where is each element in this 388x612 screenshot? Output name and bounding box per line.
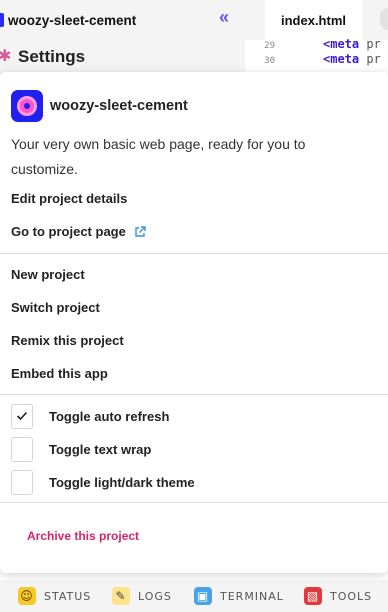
project-options-popover: woozy-sleet-cement Your very own basic w…: [0, 72, 388, 573]
logs-button[interactable]: ✎ LOGS: [112, 580, 172, 612]
theme-checkbox[interactable]: [11, 469, 33, 495]
auto-refresh-checkbox[interactable]: [11, 403, 33, 429]
tab-index-html[interactable]: index.html: [265, 0, 362, 40]
go-to-project-page-label: Go to project page: [11, 224, 126, 239]
logs-label: LOGS: [138, 589, 172, 603]
tab-scroll-indicator: [380, 8, 388, 30]
divider: [0, 253, 388, 254]
line-number: 29: [264, 41, 275, 51]
remix-project-button[interactable]: Remix this project: [11, 331, 124, 351]
code-line: 29 <meta pr: [245, 37, 381, 51]
code-line: 30 <meta pr: [245, 52, 381, 66]
project-name: woozy-sleet-cement: [8, 12, 137, 28]
project-header[interactable]: woozy-sleet-cement: [0, 0, 245, 40]
settings-gear-icon: ✱: [0, 48, 12, 65]
line-number: 30: [264, 56, 275, 66]
terminal-label: TERMINAL: [220, 589, 284, 603]
tools-label: TOOLS: [330, 589, 373, 603]
avatar-dot-icon: [24, 103, 30, 109]
code-tag: <meta: [323, 52, 360, 66]
notepad-icon: ✎: [112, 587, 130, 605]
divider: [0, 502, 388, 503]
status-bar: ☺ STATUS ✎ LOGS ▣ TERMINAL ▧ TOOLS: [0, 580, 388, 612]
code-tag: <meta: [323, 37, 360, 51]
switch-project-button[interactable]: Switch project: [11, 298, 100, 318]
code-attr: pr: [359, 52, 381, 66]
toggle-text-wrap[interactable]: Toggle text wrap: [11, 436, 151, 462]
settings-title: Settings: [18, 47, 86, 66]
project-avatar-icon: [0, 13, 4, 27]
popover-header: woozy-sleet-cement: [11, 90, 188, 122]
checkmark-icon: [16, 411, 28, 421]
project-avatar: [11, 90, 43, 122]
status-button[interactable]: ☺ STATUS: [18, 580, 91, 612]
toggle-theme[interactable]: Toggle light/dark theme: [11, 469, 195, 495]
external-link-icon: [134, 226, 146, 238]
auto-refresh-label: Toggle auto refresh: [49, 408, 170, 424]
smiley-icon: ☺: [18, 587, 36, 605]
project-description: Your very own basic web page, ready for …: [11, 136, 306, 177]
edit-project-details-button[interactable]: Edit project details: [11, 189, 127, 209]
archive-project-button[interactable]: Archive this project: [27, 527, 139, 545]
embed-app-button[interactable]: Embed this app: [11, 364, 108, 384]
divider: [0, 394, 388, 395]
go-to-project-page-link[interactable]: Go to project page: [11, 222, 146, 242]
terminal-button[interactable]: ▣ TERMINAL: [194, 580, 284, 612]
status-label: STATUS: [44, 589, 92, 603]
collapse-sidebar-icon[interactable]: «: [219, 7, 239, 27]
theme-label: Toggle light/dark theme: [49, 474, 195, 490]
new-project-button[interactable]: New project: [11, 265, 85, 285]
toolbox-icon: ▧: [304, 587, 322, 605]
text-wrap-label: Toggle text wrap: [49, 441, 152, 457]
text-wrap-checkbox[interactable]: [11, 436, 33, 462]
code-attr: pr: [359, 37, 381, 51]
toggle-auto-refresh[interactable]: Toggle auto refresh: [11, 403, 169, 429]
laptop-icon: ▣: [194, 587, 212, 605]
popover-project-name: woozy-sleet-cement: [50, 98, 188, 114]
tools-button[interactable]: ▧ TOOLS: [304, 580, 372, 612]
settings-header[interactable]: ✱ Settings: [0, 40, 245, 74]
